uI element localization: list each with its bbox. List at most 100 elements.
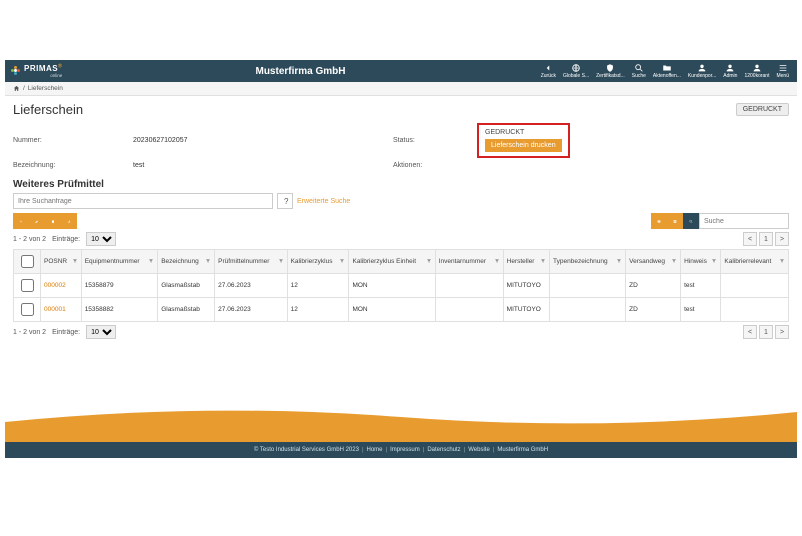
entries-select-bottom[interactable]: 10 — [86, 325, 116, 339]
cell-typ — [550, 274, 626, 298]
filter-icon — [711, 258, 717, 264]
nav-customer[interactable]: Kundenpor... — [686, 63, 718, 79]
col-hinweis[interactable]: Hinweis — [681, 250, 721, 274]
search-icon — [689, 217, 693, 226]
footer-wave — [5, 402, 797, 442]
table-header-row: POSNR Equipmentnummer Bezeichnung Prüfmi… — [14, 250, 789, 274]
pager-bottom: 1 - 2 von 2 Einträge: 10 < 1 > — [13, 325, 789, 339]
status-label: Status: — [393, 137, 483, 144]
cell-bez: Glasmaßstab — [158, 298, 215, 322]
grid-icon — [673, 217, 677, 226]
col-pmnr[interactable]: Prüfmittelnummer — [215, 250, 287, 274]
row-checkbox[interactable] — [21, 279, 34, 292]
pager-current-bottom[interactable]: 1 — [759, 325, 773, 339]
cell-versand: ZD — [626, 298, 681, 322]
columns-button[interactable] — [651, 213, 667, 229]
download-icon — [67, 217, 71, 226]
filter-icon — [72, 258, 78, 264]
filter-icon — [426, 258, 432, 264]
filter-icon — [205, 258, 211, 264]
cell-inv — [435, 298, 503, 322]
col-equip[interactable]: Equipmentnummer — [81, 250, 158, 274]
filter-icon — [671, 258, 677, 264]
nav-user[interactable]: 1200korant — [742, 63, 771, 79]
pager-current[interactable]: 1 — [759, 232, 773, 246]
breadcrumb: / Lieferschein — [5, 82, 797, 96]
col-kalrel[interactable]: Kalibrierrelevant — [721, 250, 789, 274]
add-button[interactable] — [13, 213, 29, 229]
col-checkbox[interactable] — [14, 250, 41, 274]
filter-icon — [339, 258, 345, 264]
pager-next[interactable]: > — [775, 232, 789, 246]
cell-einheit: MON — [349, 274, 435, 298]
status-value: GEDRUCKT — [485, 129, 562, 136]
cell-zyklus: 12 — [287, 274, 349, 298]
edit-button[interactable] — [29, 213, 45, 229]
cell-hinweis: test — [681, 298, 721, 322]
cell-zyklus: 12 — [287, 298, 349, 322]
folder-icon — [662, 63, 672, 73]
footer-link-website[interactable]: Website — [468, 447, 490, 453]
col-typ[interactable]: Typenbezeichnung — [550, 250, 626, 274]
brand-name: PRIMAS® — [24, 64, 62, 73]
row-checkbox[interactable] — [21, 303, 34, 316]
help-button[interactable]: ? — [277, 193, 293, 209]
shield-icon — [605, 63, 615, 73]
nummer-value: 20230627102057 — [133, 137, 393, 144]
cell-herst: MITUTOYO — [503, 298, 549, 322]
quick-search-button[interactable] — [683, 213, 699, 229]
nav-admin[interactable]: Admin — [721, 63, 739, 79]
select-all-checkbox[interactable] — [21, 255, 34, 268]
col-einheit[interactable]: Kalibrierzyklus Einheit — [349, 250, 435, 274]
table-row[interactable]: 00000215358879Glasmaßstab27.06.202312MON… — [14, 274, 789, 298]
col-zyklus[interactable]: Kalibrierzyklus — [287, 250, 349, 274]
filter-icon — [616, 258, 622, 264]
footer-link-home[interactable]: Home — [367, 447, 383, 453]
columns-icon — [657, 217, 661, 226]
table-row[interactable]: 00000115358882Glasmaßstab27.06.202312MON… — [14, 298, 789, 322]
entries-select[interactable]: 10 — [86, 232, 116, 246]
cell-kalrel — [721, 298, 789, 322]
aktionen-label: Aktionen: — [393, 162, 483, 169]
nav-cert[interactable]: Zertifikatsd... — [594, 63, 627, 79]
nav-files[interactable]: Aktenoffen... — [651, 63, 683, 79]
footer-link-impressum[interactable]: Impressum — [390, 447, 420, 453]
col-versand[interactable]: Versandweg — [626, 250, 681, 274]
nav-search[interactable]: Suche — [630, 63, 648, 79]
logo-icon — [11, 66, 21, 76]
col-herst[interactable]: Hersteller — [503, 250, 549, 274]
status-badge-top: GEDRUCKT — [736, 103, 789, 116]
advanced-search-link[interactable]: Erweiterte Suche — [297, 198, 350, 205]
footer-link-company[interactable]: Musterfirma GmbH — [497, 447, 548, 453]
nav-global[interactable]: Globale S... — [561, 63, 591, 79]
pager-prev-bottom[interactable]: < — [743, 325, 757, 339]
filter-icon — [278, 258, 284, 264]
cell-equip: 15358879 — [81, 274, 158, 298]
footer-link-datenschutz[interactable]: Datenschutz — [427, 447, 460, 453]
admin-icon — [725, 63, 735, 73]
pager-prev[interactable]: < — [743, 232, 757, 246]
filter-icon — [494, 258, 500, 264]
nav-menu[interactable]: Menü — [774, 63, 791, 79]
pager-next-bottom[interactable]: > — [775, 325, 789, 339]
download-button[interactable] — [61, 213, 77, 229]
entries-label-bottom: Einträge: — [52, 329, 80, 336]
grid-button[interactable] — [667, 213, 683, 229]
cell-posnr[interactable]: 000002 — [41, 274, 82, 298]
delete-button[interactable] — [45, 213, 61, 229]
user-icon — [697, 63, 707, 73]
cell-posnr[interactable]: 000001 — [41, 298, 82, 322]
cell-bez: Glasmaßstab — [158, 274, 215, 298]
col-posnr[interactable]: POSNR — [41, 250, 82, 274]
col-bez[interactable]: Bezeichnung — [158, 250, 215, 274]
nav-back[interactable]: Zurück — [539, 63, 558, 79]
menu-icon — [778, 63, 788, 73]
cell-pmnr: 27.06.2023 — [215, 274, 287, 298]
plus-icon — [19, 217, 23, 226]
home-icon[interactable] — [13, 85, 20, 92]
search-input[interactable] — [13, 193, 273, 209]
footer-copyright: © Testo Industrial Services GmbH 2023 — [254, 447, 359, 453]
print-delivery-button[interactable]: Lieferschein drucken — [485, 139, 562, 152]
col-inv[interactable]: Inventarnummer — [435, 250, 503, 274]
quick-search-input[interactable] — [699, 213, 789, 229]
